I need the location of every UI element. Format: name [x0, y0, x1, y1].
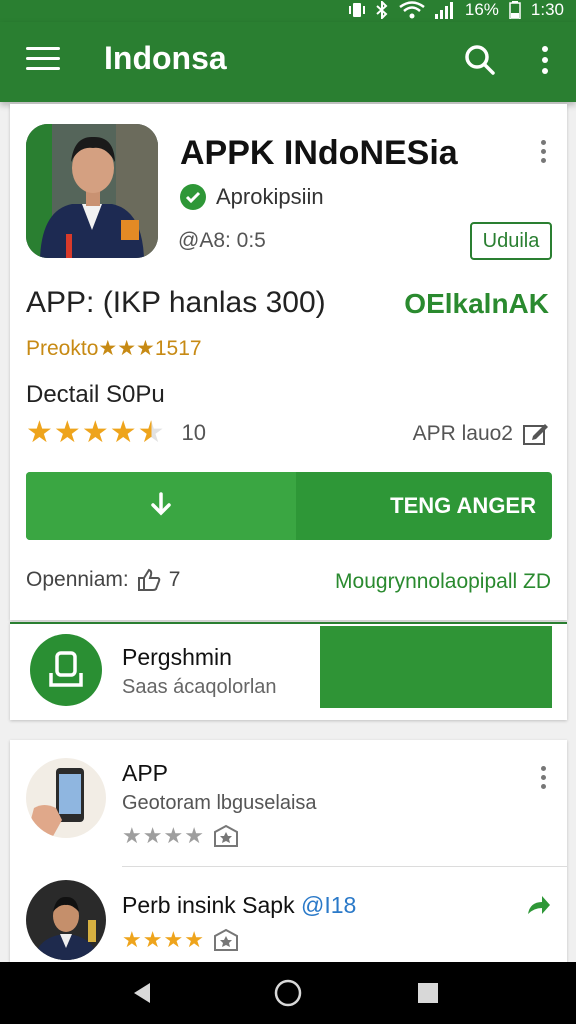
home-icon[interactable]	[258, 962, 318, 1024]
arrow-forward-icon[interactable]	[526, 894, 552, 918]
list-item-sub: Geotoram lbguselaisa	[122, 792, 317, 814]
install-label: TENG ANGER	[390, 493, 536, 518]
feature-sub: Saas ácaqolorlan	[122, 676, 277, 698]
list-item-stars: ★ ★ ★ ★	[122, 928, 239, 952]
star-rating: ★ ★ ★ ★ ★ 10	[26, 418, 206, 448]
badge-icon	[213, 928, 238, 951]
battery-percent: 16%	[464, 0, 499, 19]
star-icon: ★	[163, 823, 184, 848]
star-icon: ★	[53, 416, 81, 449]
back-icon[interactable]	[112, 962, 172, 1024]
wifi-icon	[399, 1, 425, 19]
opening-label: Openniam:	[26, 568, 129, 591]
detail-label: Dectail S0Pu	[26, 381, 165, 408]
feature-icon	[30, 634, 102, 706]
star-icon: ★	[122, 927, 142, 952]
verified-row: Aprokipsiin	[180, 184, 324, 210]
app-icon	[26, 124, 158, 258]
clock: 1:30	[530, 0, 564, 19]
menu-icon[interactable]	[26, 47, 60, 75]
feature-banner[interactable]	[320, 626, 552, 708]
opening-count: 7	[168, 568, 181, 591]
star-icon: ★	[184, 823, 204, 848]
badge-icon	[213, 824, 238, 847]
list-item-title[interactable]: APP	[122, 760, 168, 787]
status-bar: 16% 1:30	[0, 0, 576, 22]
app-bar: Indonsa	[0, 22, 576, 102]
verified-check-icon	[180, 184, 206, 210]
promo-text: Preokto★★★1517	[26, 337, 202, 360]
recents-icon[interactable]	[398, 962, 458, 1024]
bluetooth-icon	[376, 1, 388, 19]
app-detail-card: APPK INdoNESia Aprokipsiin @A8: 0:5 Udui…	[10, 104, 567, 620]
more-info-link[interactable]: Mougrynnolaopipall ZD	[335, 570, 551, 594]
star-icon: ★	[142, 927, 163, 952]
edit-icon	[523, 424, 548, 445]
rating-line: @A8: 0:5	[178, 229, 266, 252]
star-icon: ★	[142, 823, 163, 848]
app-name: APPK INdoNESia	[180, 134, 458, 172]
list-item-more-icon[interactable]	[538, 766, 548, 796]
card-more-icon[interactable]	[538, 140, 548, 170]
list-item-tag: @I18	[300, 892, 357, 918]
download-icon	[151, 492, 171, 516]
vibrate-icon	[348, 3, 365, 17]
thumb-up-icon[interactable]	[137, 568, 161, 592]
star-icon: ★	[109, 416, 137, 449]
download-segment	[26, 472, 296, 540]
list-divider	[122, 866, 567, 867]
apr-label: APR lauo2	[412, 422, 513, 445]
apr-row[interactable]: APR lauo2	[413, 422, 549, 446]
star-half-icon: ★	[137, 416, 165, 449]
install-button[interactable]: TENG ANGER	[26, 472, 552, 540]
star-icon: ★	[26, 416, 53, 449]
verified-label: Aprokipsiin	[216, 184, 324, 209]
review-count: 10	[181, 420, 207, 445]
system-nav-bar	[0, 962, 576, 1024]
battery-icon	[509, 1, 521, 19]
signal-icon	[434, 2, 453, 19]
search-icon[interactable]	[464, 44, 496, 81]
list-item-title-text: Perb insink Sapk	[122, 892, 295, 918]
feature-name: Pergshmin	[122, 644, 232, 670]
more-vert-icon[interactable]	[535, 46, 555, 78]
star-icon: ★	[184, 927, 204, 952]
list-item-stars: ★ ★ ★ ★	[122, 824, 239, 848]
list-item-title[interactable]: Perb insink Sapk @I18	[122, 892, 356, 919]
list-item-avatar[interactable]	[26, 758, 106, 838]
subtitle-right: OElkalnAK	[404, 288, 549, 319]
opening-row: Openniam: 7	[26, 568, 180, 592]
related-apps-card: APP Geotoram lbguselaisa ★ ★ ★ ★ Perb in…	[10, 740, 567, 980]
update-button[interactable]: Uduila	[470, 222, 552, 260]
app-bar-title: Indonsa	[104, 40, 227, 76]
star-icon: ★	[163, 927, 184, 952]
feature-card[interactable]: Pergshmin Saas ácaqolorlan	[10, 622, 567, 720]
star-icon: ★	[122, 823, 142, 848]
list-item-avatar[interactable]	[26, 880, 106, 960]
star-icon: ★	[81, 416, 109, 449]
app-subtitle: APP: (IKP hanlas 300)	[26, 286, 326, 319]
